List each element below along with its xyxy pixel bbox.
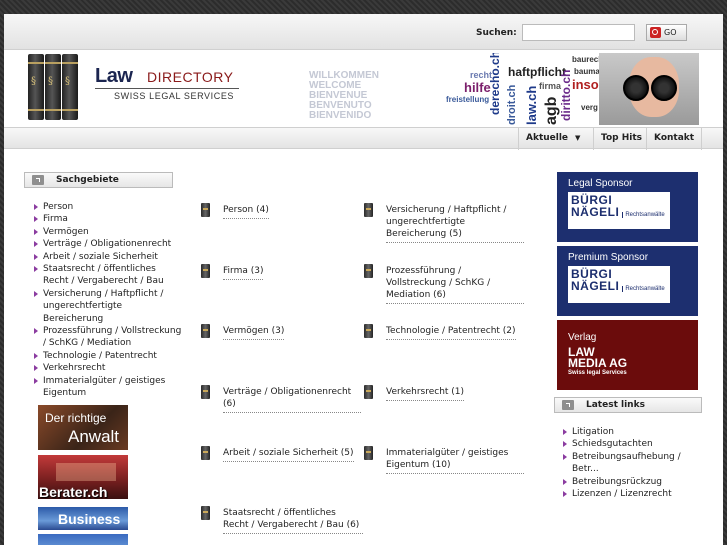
sponsor-legal[interactable]: Legal Sponsor BÜRGI NÄGELI Rechtsanwälte: [557, 172, 698, 242]
category-link[interactable]: Technologie / Patentrecht (2): [364, 324, 529, 352]
site-header: § § § Law DIRECTORY SWISS LEGAL SERVICES…: [4, 51, 723, 127]
sachgebiete-list: Person Firma Vermögen Verträge / Obligat…: [32, 201, 182, 400]
search-label: Suchen:: [476, 28, 517, 38]
sidebar-item[interactable]: Verträge / Obligationenrecht: [32, 238, 182, 250]
latest-links-list: Litigation Schiedsgutachten Betreibungsa…: [561, 426, 703, 500]
latest-links-header: Latest links: [554, 397, 702, 413]
category-link[interactable]: Staatsrecht / öffentliches Recht / Verga…: [201, 506, 363, 542]
search-icon: [650, 27, 661, 38]
sidebar-item[interactable]: Firma: [32, 213, 182, 225]
sponsor-kind: Legal Sponsor: [568, 178, 633, 189]
category-link[interactable]: Versicherung / Haftpflicht / ungerechtfe…: [364, 203, 529, 243]
category-link[interactable]: Prozessführung / Vollstreckung / SchKG /…: [364, 264, 529, 304]
chevron-down-icon: ▼: [575, 134, 581, 142]
sponsor-logo: BÜRGI NÄGELI Rechtsanwälte: [568, 192, 670, 229]
page: Suchen: GO § § § Law DIRECTORY SWISS LEG…: [4, 14, 723, 545]
nav-item-aktuelle[interactable]: Aktuelle ▼: [518, 128, 587, 150]
logo-divider: [95, 88, 239, 89]
category-link[interactable]: Verträge / Obligationenrecht (6): [201, 385, 361, 413]
book-icon: [201, 324, 210, 338]
banner-bottom[interactable]: [38, 534, 128, 545]
latest-link[interactable]: Betreibungsrückzug: [561, 476, 703, 488]
latest-link[interactable]: Schiedsgutachten: [561, 438, 703, 450]
category-link[interactable]: Firma (3): [201, 264, 341, 292]
search-input[interactable]: [522, 24, 635, 41]
banner-business[interactable]: Business: [38, 507, 128, 530]
book-icon: [364, 264, 373, 278]
logo-subtitle: SWISS LEGAL SERVICES: [114, 91, 235, 101]
legal-terms-collage: recht haftpflicht hilfe freistellung der…: [444, 53, 599, 125]
logo-law: Law: [95, 65, 133, 87]
logo-directory: DIRECTORY: [147, 69, 234, 85]
latest-link[interactable]: Betreibungsaufhebung / Betr...: [561, 451, 703, 476]
category-link[interactable]: Person (4): [201, 203, 341, 231]
banner-der-richtige-anwalt[interactable]: Der richtige Anwalt: [38, 405, 128, 450]
sachgebiete-header: Sachgebiete: [24, 172, 173, 188]
main-nav: Aktuelle ▼ Top Hits Kontakt: [4, 127, 723, 150]
sidebar-item[interactable]: Immaterialgüter / geistiges Eigentum: [32, 375, 182, 400]
sponsor-kind: Verlag: [568, 332, 597, 343]
book-icon: [364, 385, 373, 399]
category-link[interactable]: Vermögen (3): [201, 324, 341, 352]
category-link[interactable]: Arbeit / soziale Sicherheit (5): [201, 446, 361, 474]
sidebar-item[interactable]: Person: [32, 201, 182, 213]
nav-item-top-hits[interactable]: Top Hits: [593, 128, 649, 150]
top-search-bar: Suchen: GO: [4, 14, 723, 50]
sponsor-verlag[interactable]: Verlag LAW MEDIA AG Swiss legal Services: [557, 320, 698, 390]
sponsor-premium[interactable]: Premium Sponsor BÜRGI NÄGELI Rechtsanwält…: [557, 246, 698, 316]
book-icon: [364, 446, 373, 460]
book-icon: [201, 264, 210, 278]
sidebar-item[interactable]: Verkehrsrecht: [32, 362, 182, 374]
sponsor-logo: BÜRGI NÄGELI Rechtsanwälte: [568, 266, 670, 303]
sidebar-item[interactable]: Staatsrecht / öffentliches Recht / Verga…: [32, 263, 182, 288]
book-icon: [201, 446, 210, 460]
sidebar-item[interactable]: Technologie / Patentrecht: [32, 350, 182, 362]
sidebar-item[interactable]: Arbeit / soziale Sicherheit: [32, 251, 182, 263]
book-icon: [364, 203, 373, 217]
sidebar-item[interactable]: Vermögen: [32, 226, 182, 238]
book-icon: [201, 506, 210, 520]
sidebar-item[interactable]: Prozessführung / Vollstreckung / SchKG /…: [32, 325, 182, 350]
sponsor-kind: Premium Sponsor: [568, 252, 649, 263]
book-icon: [364, 324, 373, 338]
latest-link[interactable]: Lizenzen / Lizenzrecht: [561, 488, 703, 500]
welcome-text: WILLKOMMEN WELCOME BIENVENUE BENVENUTO B…: [309, 70, 379, 121]
latest-link[interactable]: Litigation: [561, 426, 703, 438]
category-link[interactable]: Immaterialgüter / geistiges Eigentum (10…: [364, 446, 529, 476]
book-icon: [201, 203, 210, 217]
arrow-box-icon: [562, 400, 574, 410]
arrow-box-icon: [32, 175, 44, 185]
category-link[interactable]: Verkehrsrecht (1): [364, 385, 529, 413]
go-label: GO: [664, 28, 677, 37]
banner-berater[interactable]: Berater.ch: [38, 455, 128, 499]
nav-item-kontakt[interactable]: Kontakt: [646, 128, 703, 150]
sidebar-item[interactable]: Versicherung / Haftpflicht / ungerechtfe…: [32, 288, 182, 325]
binoculars-photo: [599, 53, 699, 125]
search-go-button[interactable]: GO: [646, 24, 687, 41]
book-icon: [201, 385, 210, 399]
